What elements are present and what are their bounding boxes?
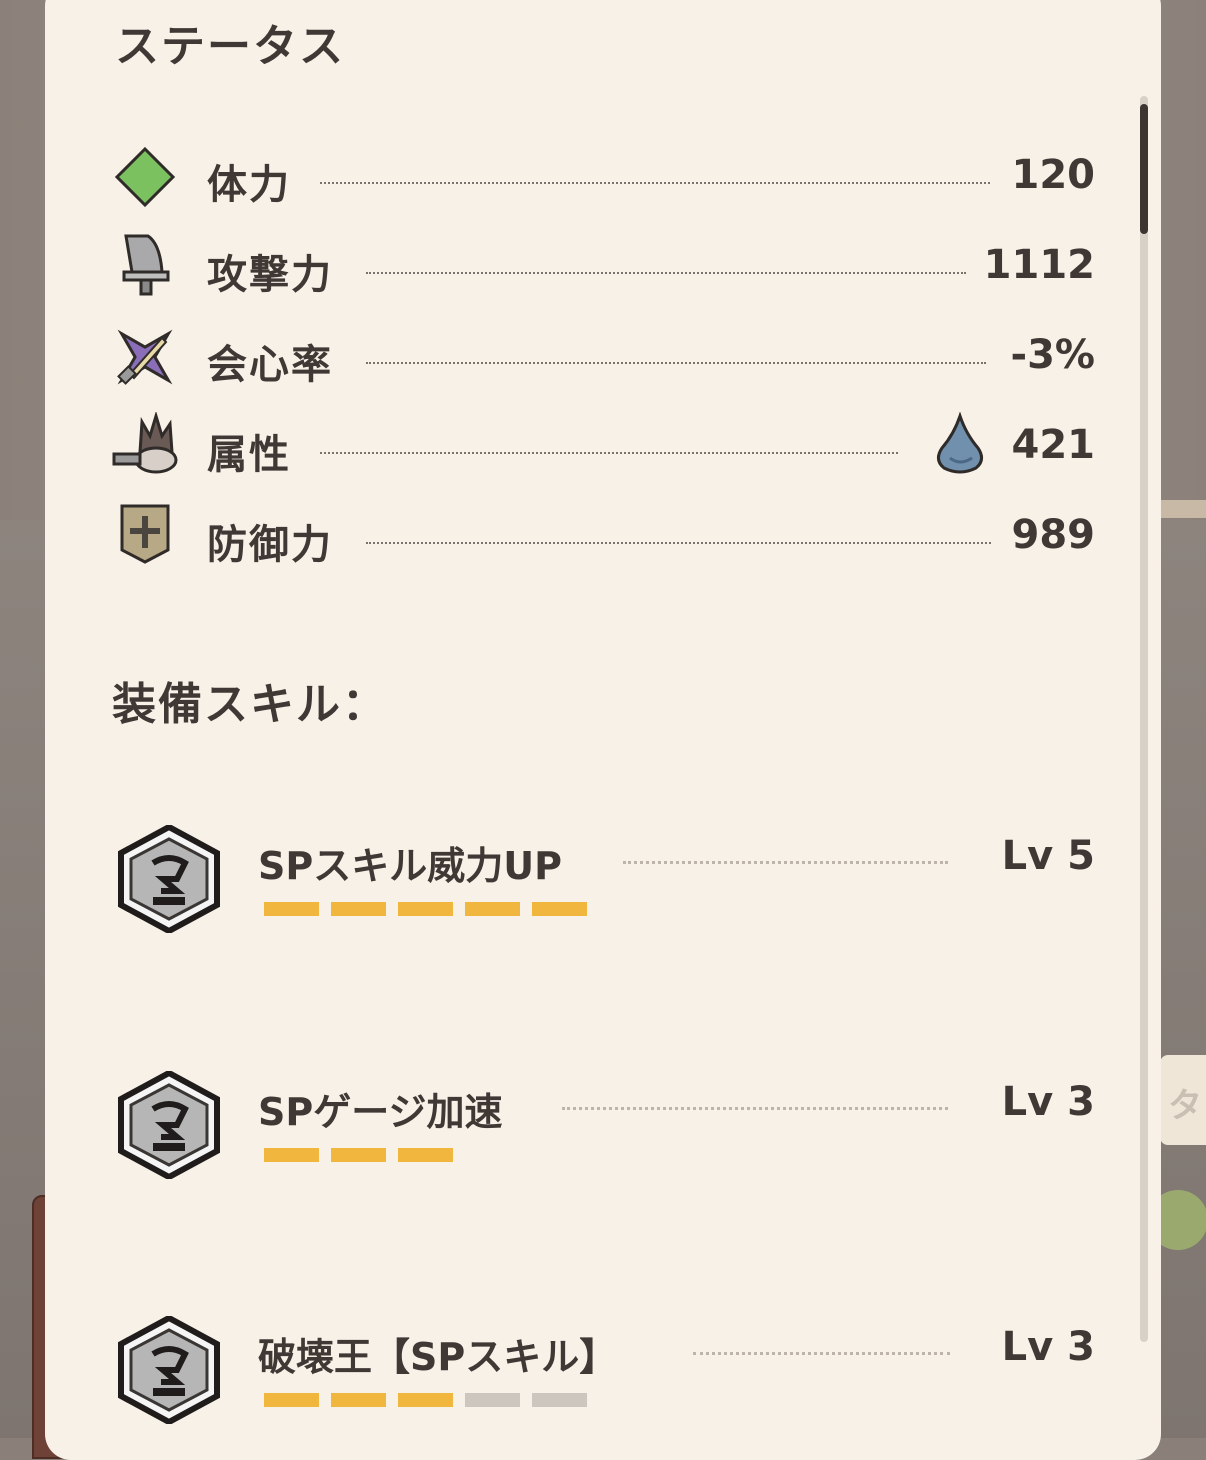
stat-value: 1112 — [983, 242, 1095, 288]
dotted-leader — [366, 272, 966, 274]
skill-hex-icon — [118, 1316, 220, 1424]
level-pip-filled — [532, 902, 587, 916]
background-tab-label: タ — [1168, 1086, 1202, 1126]
level-pip-filled — [465, 902, 520, 916]
stat-label: 体力 — [207, 162, 291, 208]
level-pip-filled — [398, 1148, 453, 1162]
level-pip-filled — [331, 1393, 386, 1407]
panel-title: ステータス — [115, 21, 345, 72]
stat-value: 120 — [1011, 152, 1096, 198]
dotted-leader — [366, 542, 991, 544]
level-pip-filled — [331, 1148, 386, 1162]
stat-label: 攻撃力 — [207, 252, 333, 298]
stat-label: 属性 — [207, 432, 291, 478]
skills-heading: 装備スキル： — [112, 679, 388, 730]
fire-element-icon — [112, 412, 178, 474]
dotted-leader — [320, 452, 898, 454]
sword-icon — [122, 234, 170, 296]
level-pip-filled — [264, 902, 319, 916]
skill-hex-icon — [118, 1071, 220, 1179]
skill-item[interactable]: SPスキル威力UP Lv 5 — [115, 825, 1095, 945]
level-pip-filled — [398, 1393, 453, 1407]
skill-level-pips — [264, 1393, 587, 1407]
skill-level-pips — [264, 1148, 453, 1162]
skill-item[interactable]: 破壊王【SPスキル】 Lv 3 — [115, 1316, 1095, 1436]
level-pip-empty — [532, 1393, 587, 1407]
skill-level: Lv 3 — [1001, 1324, 1095, 1370]
stat-row-element: 属性 421 — [110, 412, 1095, 482]
dotted-leader — [693, 1352, 950, 1355]
stat-row-attack: 攻撃力 1112 — [110, 232, 1095, 302]
stat-row-hp: 体力 120 — [110, 142, 1095, 212]
stat-row-crit: 会心率 -3% — [110, 322, 1095, 392]
scrollbar-track[interactable] — [1140, 96, 1148, 1342]
shield-icon — [120, 504, 170, 564]
stat-value: 421 — [1011, 422, 1096, 468]
dotted-leader — [320, 182, 990, 184]
level-pip-filled — [264, 1148, 319, 1162]
skill-item[interactable]: SPゲージ加速 Lv 3 — [115, 1071, 1095, 1191]
background-band — [1160, 500, 1206, 518]
level-pip-filled — [331, 902, 386, 916]
level-pip-filled — [264, 1393, 319, 1407]
level-pip-empty — [465, 1393, 520, 1407]
scrollbar-thumb[interactable] — [1140, 104, 1148, 234]
skill-name: 破壊王【SPスキル】 — [258, 1335, 618, 1379]
skill-name: SPスキル威力UP — [258, 844, 562, 888]
stat-label: 防御力 — [207, 522, 333, 568]
skill-level: Lv 5 — [1001, 833, 1095, 879]
stat-value: -3% — [1010, 332, 1095, 378]
crit-icon — [117, 329, 173, 385]
dotted-leader — [623, 861, 948, 864]
diamond-icon — [114, 146, 176, 208]
skill-level: Lv 3 — [1001, 1079, 1095, 1125]
stat-row-defense: 防御力 989 — [110, 502, 1095, 572]
skill-hex-icon — [118, 825, 220, 933]
skill-level-pips — [264, 902, 587, 916]
dotted-leader — [366, 362, 986, 364]
water-drop-icon — [937, 412, 983, 474]
stat-label: 会心率 — [207, 342, 333, 388]
skill-name: SPゲージ加速 — [258, 1090, 503, 1134]
dotted-leader — [562, 1107, 948, 1110]
level-pip-filled — [398, 902, 453, 916]
stat-value: 989 — [1011, 512, 1096, 558]
